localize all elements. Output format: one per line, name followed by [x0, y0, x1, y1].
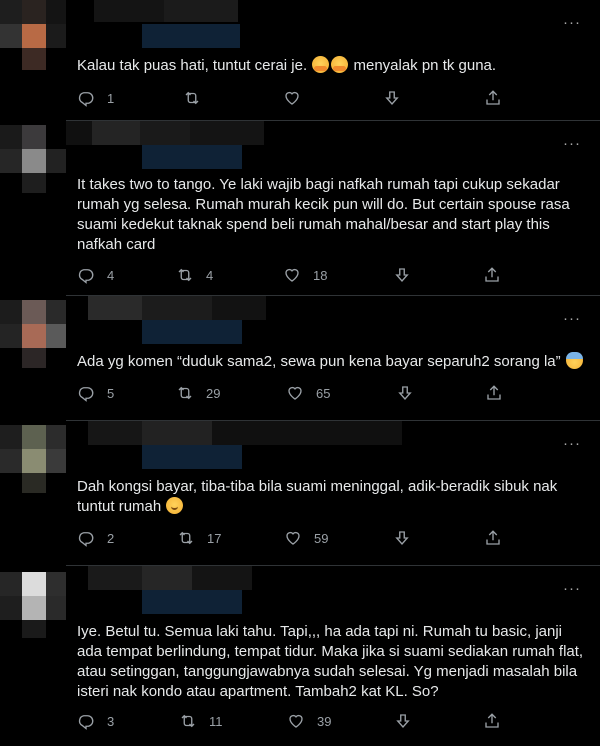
share-icon [484, 89, 502, 107]
bookmark-down-icon [393, 529, 411, 547]
relieved-face-emoji-icon [166, 497, 184, 514]
reply-icon [77, 89, 95, 107]
like-icon [287, 712, 305, 730]
tweet-5[interactable]: ··· Iye. Betul tu. Semua laki tahu. Tapi… [0, 566, 600, 746]
bookmark-down-icon [393, 266, 411, 284]
download-button[interactable] [396, 384, 414, 402]
reply-count: 2 [107, 530, 115, 546]
author-name-blurred[interactable] [66, 121, 406, 177]
like-icon [284, 529, 302, 547]
reply-icon [77, 529, 95, 547]
share-icon [485, 384, 503, 402]
more-icon[interactable]: ··· [563, 436, 581, 451]
retweet-button[interactable]: 11 [179, 712, 223, 730]
share-button[interactable] [485, 384, 503, 402]
download-button[interactable] [393, 266, 411, 284]
like-count: 18 [313, 267, 328, 283]
reply-button[interactable]: 4 [77, 266, 114, 284]
like-icon [283, 266, 301, 284]
like-count: 59 [314, 530, 329, 546]
share-icon [483, 712, 501, 730]
bookmark-down-icon [396, 384, 414, 402]
bookmark-down-icon [383, 89, 401, 107]
share-icon [483, 266, 501, 284]
retweet-button[interactable]: 17 [177, 529, 221, 547]
reply-count: 3 [107, 713, 115, 729]
retweet-button[interactable] [183, 89, 201, 107]
avatar[interactable] [0, 296, 66, 420]
more-icon[interactable]: ··· [563, 136, 581, 151]
retweet-icon [179, 712, 197, 730]
tweet-actions: 2 17 59 [77, 529, 517, 549]
tweet-text: Iye. Betul tu. Semua laki tahu. Tapi,,, … [77, 623, 584, 700]
reply-icon [77, 712, 95, 730]
hugging-face-emoji-icon [312, 56, 330, 73]
retweet-count: 29 [206, 385, 221, 401]
share-icon [484, 529, 502, 547]
like-button[interactable] [283, 89, 301, 107]
tweet-3[interactable]: ··· Ada yg komen “duduk sama2, sewa pun … [0, 296, 600, 420]
tweet-1[interactable]: ··· Kalau tak puas hati, tuntut cerai je… [0, 0, 600, 120]
like-count: 65 [316, 385, 331, 401]
like-icon [286, 384, 304, 402]
like-button[interactable]: 18 [283, 266, 327, 284]
reply-icon [77, 384, 95, 402]
more-icon[interactable]: ··· [563, 581, 581, 596]
fearful-face-emoji-icon [565, 352, 583, 369]
author-name-blurred[interactable] [66, 566, 406, 622]
share-button[interactable] [484, 89, 502, 107]
share-button[interactable] [484, 529, 502, 547]
tweet-2[interactable]: ··· It takes two to tango. Ye laki wajib… [0, 121, 600, 295]
retweet-count: 4 [206, 267, 214, 283]
share-button[interactable] [483, 266, 501, 284]
like-button[interactable]: 59 [284, 529, 328, 547]
author-name-blurred[interactable] [66, 421, 406, 477]
avatar[interactable] [0, 121, 66, 295]
like-button[interactable]: 65 [286, 384, 330, 402]
retweet-button[interactable]: 29 [176, 384, 220, 402]
tweet-text: Ada yg komen “duduk sama2, sewa pun kena… [77, 352, 586, 372]
reply-button[interactable]: 5 [77, 384, 114, 402]
author-name-blurred[interactable] [66, 296, 406, 352]
retweet-count: 17 [207, 530, 222, 546]
tweet-text: It takes two to tango. Ye laki wajib bag… [77, 176, 570, 253]
reply-icon [77, 266, 95, 284]
reply-count: 1 [107, 90, 115, 106]
like-icon [283, 89, 301, 107]
tweet-actions: 3 11 39 [77, 712, 517, 732]
more-icon[interactable]: ··· [563, 15, 581, 30]
reply-count: 5 [107, 385, 115, 401]
tweet-actions: 5 29 65 [77, 384, 517, 404]
download-button[interactable] [394, 712, 412, 730]
tweet-actions: 1 [77, 89, 517, 109]
download-button[interactable] [383, 89, 401, 107]
hugging-face-emoji-icon [331, 56, 349, 73]
share-button[interactable] [483, 712, 501, 730]
tweet-text: Kalau tak puas hati, tuntut cerai je. me… [77, 56, 497, 74]
avatar[interactable] [0, 421, 66, 565]
download-button[interactable] [393, 529, 411, 547]
more-icon[interactable]: ··· [563, 311, 581, 326]
like-count: 39 [317, 713, 332, 729]
like-button[interactable]: 39 [287, 712, 331, 730]
bookmark-down-icon [394, 712, 412, 730]
tweet-actions: 4 4 18 [77, 266, 517, 286]
retweet-icon [176, 266, 194, 284]
reply-button[interactable]: 3 [77, 712, 114, 730]
retweet-icon [176, 384, 194, 402]
tweet-text: Dah kongsi bayar, tiba-tiba bila suami m… [77, 478, 558, 515]
retweet-button[interactable]: 4 [176, 266, 213, 284]
tweet-4[interactable]: ··· Dah kongsi bayar, tiba-tiba bila sua… [0, 421, 600, 565]
retweet-icon [183, 89, 201, 107]
retweet-icon [177, 529, 195, 547]
avatar[interactable] [0, 0, 66, 120]
reply-button[interactable]: 2 [77, 529, 114, 547]
reply-count: 4 [107, 267, 115, 283]
author-name-blurred[interactable] [66, 0, 406, 56]
reply-button[interactable]: 1 [77, 89, 114, 107]
avatar[interactable] [0, 566, 66, 746]
retweet-count: 11 [209, 713, 223, 729]
